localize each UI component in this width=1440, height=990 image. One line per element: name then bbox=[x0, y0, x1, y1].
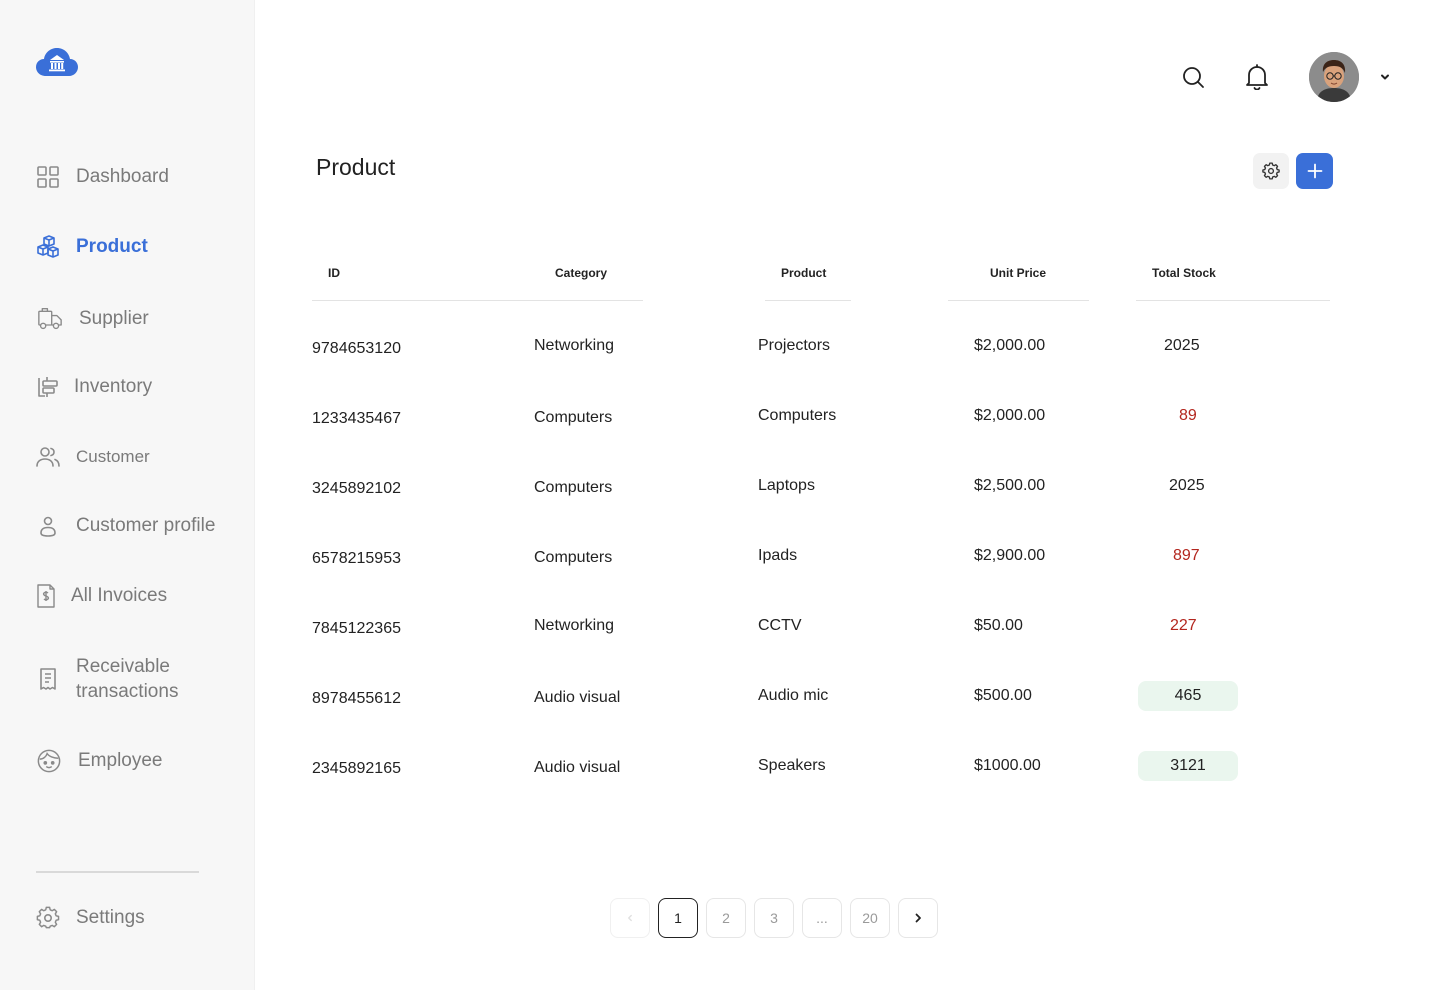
sidebar-item-settings[interactable]: Settings bbox=[36, 906, 145, 930]
cell-id: 9784653120 bbox=[312, 340, 401, 357]
cell-total-stock-low: 897 bbox=[1173, 547, 1200, 564]
sidebar-item-receivable-transactions[interactable]: Receivable transactions bbox=[36, 654, 178, 704]
next-page-button[interactable] bbox=[898, 898, 938, 938]
bell-icon[interactable] bbox=[1244, 63, 1270, 91]
sidebar-item-customer-profile[interactable]: Customer profile bbox=[36, 514, 215, 538]
truck-icon bbox=[36, 305, 64, 333]
cell-category: Audio visual bbox=[534, 759, 621, 776]
gear-icon bbox=[36, 906, 60, 930]
cell-unit-price: $500.00 bbox=[974, 687, 1032, 704]
sidebar-item-all-invoices[interactable]: All Invoices bbox=[36, 584, 167, 608]
page-button[interactable]: 2 bbox=[706, 898, 746, 938]
bank-cloud-logo[interactable] bbox=[36, 46, 78, 78]
sidebar-item-label: Settings bbox=[76, 907, 145, 928]
employee-icon bbox=[36, 748, 62, 774]
cell-total-stock-low: 89 bbox=[1179, 407, 1197, 424]
sidebar-item-label: Customer profile bbox=[76, 515, 216, 536]
cell-product: Ipads bbox=[758, 547, 798, 564]
cell-category: Computers bbox=[534, 479, 613, 496]
sidebar-item-label: All Invoices bbox=[71, 585, 168, 606]
column-header-unit-price[interactable]: Unit Price bbox=[990, 266, 1046, 280]
cell-category: Networking bbox=[534, 617, 615, 634]
cell-product: Projectors bbox=[758, 337, 831, 354]
cell-total-stock-low: 227 bbox=[1170, 617, 1197, 634]
cell-category: Networking bbox=[534, 337, 615, 354]
header-divider bbox=[948, 300, 1089, 301]
cell-product: Laptops bbox=[758, 477, 815, 494]
cell-unit-price: $2,500.00 bbox=[974, 477, 1046, 494]
sidebar-item-label-line1: Receivable bbox=[76, 656, 170, 677]
sidebar-item-label: Employee bbox=[78, 750, 163, 771]
page-button[interactable]: 3 bbox=[754, 898, 794, 938]
cell-category: Computers bbox=[534, 549, 613, 566]
cell-id: 7845122365 bbox=[312, 620, 401, 637]
boxes-icon bbox=[36, 235, 60, 259]
column-header-total-stock[interactable]: Total Stock bbox=[1152, 266, 1216, 280]
sidebar-item-label: Product bbox=[76, 236, 148, 257]
sidebar-item-label: Inventory bbox=[74, 376, 153, 397]
header-divider bbox=[765, 300, 851, 301]
chevron-down-icon[interactable] bbox=[1378, 70, 1392, 84]
cell-unit-price: $50.00 bbox=[974, 617, 1023, 634]
chevron-left-icon bbox=[625, 913, 635, 923]
sidebar-item-dashboard[interactable]: Dashboard bbox=[36, 165, 169, 189]
sidebar-item-product[interactable]: Product bbox=[36, 235, 148, 259]
prev-page-button[interactable] bbox=[610, 898, 650, 938]
cell-product: Speakers bbox=[758, 757, 826, 774]
column-header-product[interactable]: Product bbox=[781, 266, 826, 280]
column-header-id[interactable]: ID bbox=[328, 266, 340, 280]
sidebar-item-label-line2: transactions bbox=[76, 681, 179, 702]
cell-unit-price: $2,000.00 bbox=[974, 407, 1046, 424]
cell-unit-price: $2,900.00 bbox=[974, 547, 1046, 564]
sidebar-item-customer[interactable]: Customer bbox=[36, 445, 150, 469]
users-icon bbox=[36, 445, 60, 469]
cell-unit-price: $1000.00 bbox=[974, 757, 1041, 774]
cell-id: 2345892165 bbox=[312, 760, 401, 777]
page-ellipsis: ... bbox=[802, 898, 842, 938]
header-divider bbox=[312, 300, 643, 301]
cell-id: 6578215953 bbox=[312, 550, 401, 567]
stock-badge: 3121 bbox=[1138, 751, 1238, 781]
sidebar-item-employee[interactable]: Employee bbox=[36, 748, 163, 774]
sidebar-item-supplier[interactable]: Supplier bbox=[36, 305, 149, 333]
cell-id: 1233435467 bbox=[312, 410, 401, 427]
sidebar-item-label: Customer bbox=[76, 447, 150, 466]
cell-total-stock: 2025 bbox=[1164, 337, 1200, 354]
gear-icon bbox=[1262, 162, 1280, 180]
user-avatar[interactable] bbox=[1309, 52, 1359, 102]
cell-category: Computers bbox=[534, 409, 613, 426]
sidebar-item-label: Receivable transactions bbox=[76, 654, 178, 704]
sidebar-item-label: Supplier bbox=[79, 308, 149, 329]
chevron-right-icon bbox=[912, 912, 924, 924]
grid-icon bbox=[36, 165, 60, 189]
cell-product: Audio mic bbox=[758, 687, 829, 704]
cell-id: 8978455612 bbox=[312, 690, 401, 707]
user-icon bbox=[36, 514, 60, 538]
cell-unit-price: $2,000.00 bbox=[974, 337, 1046, 354]
sidebar-item-inventory[interactable]: Inventory bbox=[36, 375, 152, 399]
page-title: Product bbox=[316, 154, 396, 180]
add-product-button[interactable] bbox=[1296, 153, 1333, 189]
search-icon[interactable] bbox=[1180, 64, 1206, 90]
plus-icon bbox=[1307, 163, 1323, 179]
header-divider bbox=[1136, 300, 1330, 301]
invoice-icon bbox=[36, 584, 56, 608]
column-header-category[interactable]: Category bbox=[555, 266, 607, 280]
table-settings-button[interactable] bbox=[1253, 153, 1289, 189]
sidebar-item-label: Dashboard bbox=[76, 166, 169, 187]
receipt-icon bbox=[36, 667, 60, 691]
sidebar-divider bbox=[36, 871, 199, 873]
stock-badge: 465 bbox=[1138, 681, 1238, 711]
page-button[interactable]: 1 bbox=[658, 898, 698, 938]
inventory-icon bbox=[36, 375, 60, 399]
cell-product: Computers bbox=[758, 407, 837, 424]
cell-product: CCTV bbox=[758, 617, 802, 634]
cell-category: Audio visual bbox=[534, 689, 621, 706]
cell-total-stock: 2025 bbox=[1169, 477, 1205, 494]
page-button[interactable]: 20 bbox=[850, 898, 890, 938]
cell-id: 3245892102 bbox=[312, 480, 401, 497]
sidebar: Dashboard Product Supplier Inventory Cus… bbox=[0, 0, 255, 990]
